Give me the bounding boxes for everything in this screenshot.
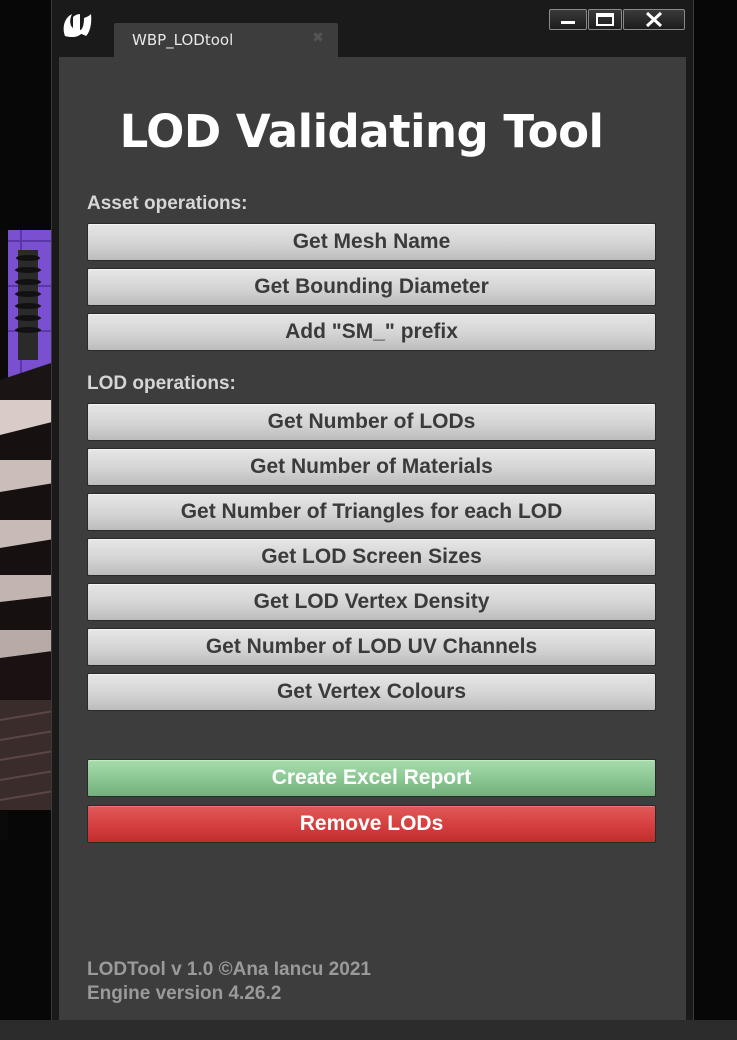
maximize-button[interactable] (588, 9, 622, 30)
minimize-button[interactable] (549, 9, 587, 30)
get-triangles-per-lod-button[interactable]: Get Number of Triangles for each LOD (87, 493, 656, 531)
taskbar-strip (0, 1020, 737, 1040)
get-mesh-name-button[interactable]: Get Mesh Name (87, 223, 656, 261)
editor-window: WBP_LODtool ✖ LOD Validating Tool Asset … (51, 0, 694, 1020)
get-number-of-materials-button[interactable]: Get Number of Materials (87, 448, 656, 486)
desktop: WBP_LODtool ✖ LOD Validating Tool Asset … (0, 0, 737, 1040)
minimize-icon (561, 21, 575, 24)
get-lod-vertex-density-button[interactable]: Get LOD Vertex Density (87, 583, 656, 621)
tab-label: WBP_LODtool (132, 31, 234, 49)
close-icon (645, 11, 663, 28)
create-excel-report-button[interactable]: Create Excel Report (87, 759, 656, 797)
add-sm-prefix-button[interactable]: Add "SM_" prefix (87, 313, 656, 351)
version-credit-text: LODTool v 1.0 ©Ana Iancu 2021 (87, 959, 371, 980)
tab-wbp-lodtool[interactable]: WBP_LODtool ✖ (114, 23, 338, 57)
engine-version-text: Engine version 4.26.2 (87, 983, 282, 1004)
unreal-engine-logo-icon (63, 14, 92, 38)
get-vertex-colours-button[interactable]: Get Vertex Colours (87, 673, 656, 711)
page-title: LOD Validating Tool (119, 105, 604, 158)
remove-lods-button[interactable]: Remove LODs (87, 805, 656, 843)
maximize-icon (596, 13, 614, 26)
close-button[interactable] (623, 9, 685, 30)
title-bar[interactable]: WBP_LODtool ✖ (52, 0, 693, 57)
widget-panel: LOD Validating Tool Asset operations: Ge… (59, 57, 686, 1020)
get-number-of-lods-button[interactable]: Get Number of LODs (87, 403, 656, 441)
get-lod-uv-channels-button[interactable]: Get Number of LOD UV Channels (87, 628, 656, 666)
lod-operations-heading: LOD operations: (87, 373, 236, 394)
asset-operations-heading: Asset operations: (87, 193, 248, 214)
tab-close-icon[interactable]: ✖ (311, 30, 325, 46)
get-bounding-diameter-button[interactable]: Get Bounding Diameter (87, 268, 656, 306)
get-lod-screen-sizes-button[interactable]: Get LOD Screen Sizes (87, 538, 656, 576)
